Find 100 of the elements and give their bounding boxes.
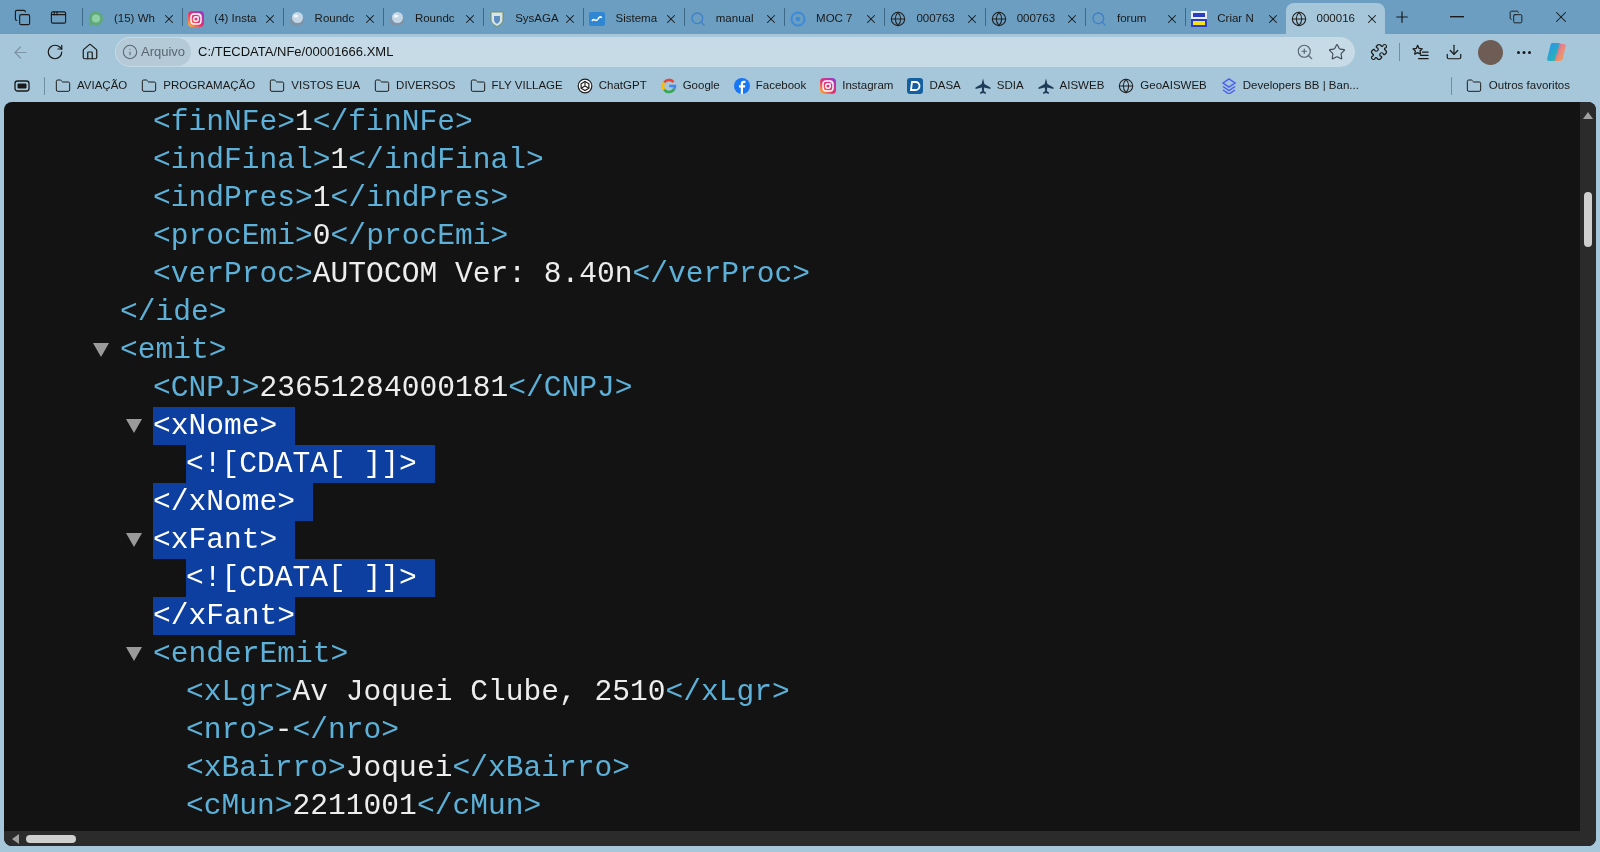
bookmark[interactable]: DASA (901, 72, 967, 99)
xml-text: <![CDATA[ ]]> (186, 559, 435, 597)
more-icon (1517, 50, 1531, 54)
folder-icon (55, 77, 71, 94)
xml-tag: <cMun> (186, 787, 293, 825)
scrollbar-thumb[interactable] (1584, 192, 1592, 247)
folder-icon (141, 77, 158, 94)
disclosure-triangle-icon[interactable] (126, 419, 142, 433)
xml-tag: <xFant> (153, 521, 296, 559)
bookmark[interactable]: Instagram (814, 72, 900, 99)
xml-tag: </ide> (120, 293, 227, 331)
search-icon (689, 10, 706, 27)
bookmark[interactable]: Facebook (727, 72, 813, 99)
layers-icon (1220, 77, 1237, 94)
stacked-squares-icon (13, 8, 31, 26)
camera-icon (820, 77, 837, 94)
xml-tag: <CNPJ> (153, 369, 260, 407)
folder-icon (269, 77, 286, 94)
xml-value: 1 (330, 142, 349, 179)
browser-tab[interactable]: 000016 (1285, 3, 1385, 34)
globe-icon (990, 10, 1007, 27)
xml-tag: </xBairro> (452, 749, 630, 787)
address-field[interactable]: Arquivo C:/TECDATA/NFe/00001666.XML (115, 37, 1355, 67)
xml-tag: </cMun> (416, 787, 542, 825)
globe-icon (1290, 10, 1307, 27)
xml-tag: <xBairro> (186, 749, 346, 787)
xml-tag: <finNFe> (153, 103, 296, 141)
xml-tag: </xLgr> (665, 673, 790, 711)
swirl-logo-icon (1545, 41, 1567, 63)
puzzle-icon (1370, 43, 1388, 61)
bookmark[interactable]: GeoAISWEB (1112, 72, 1213, 99)
xml-tag: <indPres> (153, 179, 313, 217)
bookmark[interactable]: AISWEB (1031, 72, 1111, 99)
xml-tag: <enderEmit> (153, 635, 349, 673)
xml-tag: </CNPJ> (508, 369, 633, 407)
xml-tag: <verProc> (153, 255, 313, 293)
knot-icon (576, 77, 593, 94)
camera-icon (188, 10, 205, 27)
tile-icon (589, 10, 606, 27)
globe-icon (1118, 77, 1135, 94)
xml-tag: </indFinal> (348, 141, 544, 179)
star-icon (1328, 43, 1346, 61)
refresh-icon (46, 43, 64, 61)
bookmark[interactable]: FLY VILLAGE (463, 72, 569, 99)
bookmark[interactable]: ChatGPT (570, 72, 653, 99)
other-favorites-folder[interactable]: Outros favoritos (1459, 72, 1576, 99)
xml-value: 23651284000181 (259, 370, 509, 407)
tile-icon (907, 77, 924, 94)
bookmark[interactable]: Developers BB | Ban... (1214, 72, 1365, 99)
restore-icon (1509, 10, 1523, 24)
bookmark[interactable]: PROGRAMAÇÃO (135, 72, 262, 99)
window-icon (49, 8, 67, 26)
info-icon (122, 44, 138, 60)
globe-icon (890, 10, 907, 27)
xml-tag: <xLgr> (186, 673, 293, 711)
window-stack-icon (14, 77, 30, 94)
xml-value: 1 (295, 104, 313, 141)
xml-value: AUTOCOM Ver: 8.40n (312, 256, 633, 293)
xml-value: - (274, 712, 293, 749)
folder-icon (374, 77, 391, 94)
xml-tag: <procEmi> (153, 217, 313, 255)
xml-text: <![CDATA[ ]]> (186, 445, 435, 483)
split-tile-icon (1191, 10, 1208, 27)
home-icon (81, 43, 99, 61)
disclosure-triangle-icon[interactable] (93, 343, 109, 357)
crest-icon (489, 10, 506, 27)
star-list-icon (1410, 42, 1430, 62)
avatar (1477, 39, 1503, 65)
bookmark[interactable]: SDIA (968, 72, 1030, 99)
bookmark[interactable]: AVIAÇÃO (49, 72, 134, 99)
xml-value: Joquei (345, 750, 453, 787)
disclosure-triangle-icon[interactable] (126, 533, 142, 547)
xml-tag: </indPres> (330, 179, 509, 217)
search-icon (1090, 10, 1107, 27)
xml-tag: </verProc> (632, 255, 811, 293)
disclosure-triangle-icon[interactable] (126, 647, 142, 661)
scroll-left-arrow-icon[interactable] (12, 833, 19, 844)
scrollbar-thumb[interactable] (26, 834, 76, 843)
xml-value: 1 (312, 180, 331, 217)
bookmark[interactable]: Google (654, 72, 726, 99)
zoom-in-icon (1296, 43, 1314, 61)
folder-icon (1465, 77, 1482, 94)
download-icon (1445, 43, 1463, 61)
xml-value: Av Joquei Clube, 2510 (292, 674, 666, 711)
vertical-scrollbar[interactable] (1580, 102, 1596, 831)
bookmark[interactable]: VISTOS EUA (263, 72, 367, 99)
folder-icon (469, 77, 486, 94)
minimize-icon (1450, 16, 1464, 18)
airplane-icon (974, 77, 991, 94)
bookmark[interactable]: DIVERSOS (368, 72, 462, 99)
xml-tag: </xNome> (153, 483, 314, 521)
ring-icon (790, 10, 807, 27)
site-info-button[interactable]: Arquivo (116, 38, 192, 66)
xml-tag: <xNome> (153, 407, 296, 445)
xml-tag: <indFinal> (153, 141, 331, 179)
g-logo-icon (660, 77, 677, 94)
f-logo-icon (733, 77, 750, 94)
horizontal-scrollbar[interactable] (4, 831, 1596, 846)
scroll-up-arrow-icon[interactable] (1583, 112, 1593, 119)
xml-tag: </nro> (292, 711, 400, 749)
